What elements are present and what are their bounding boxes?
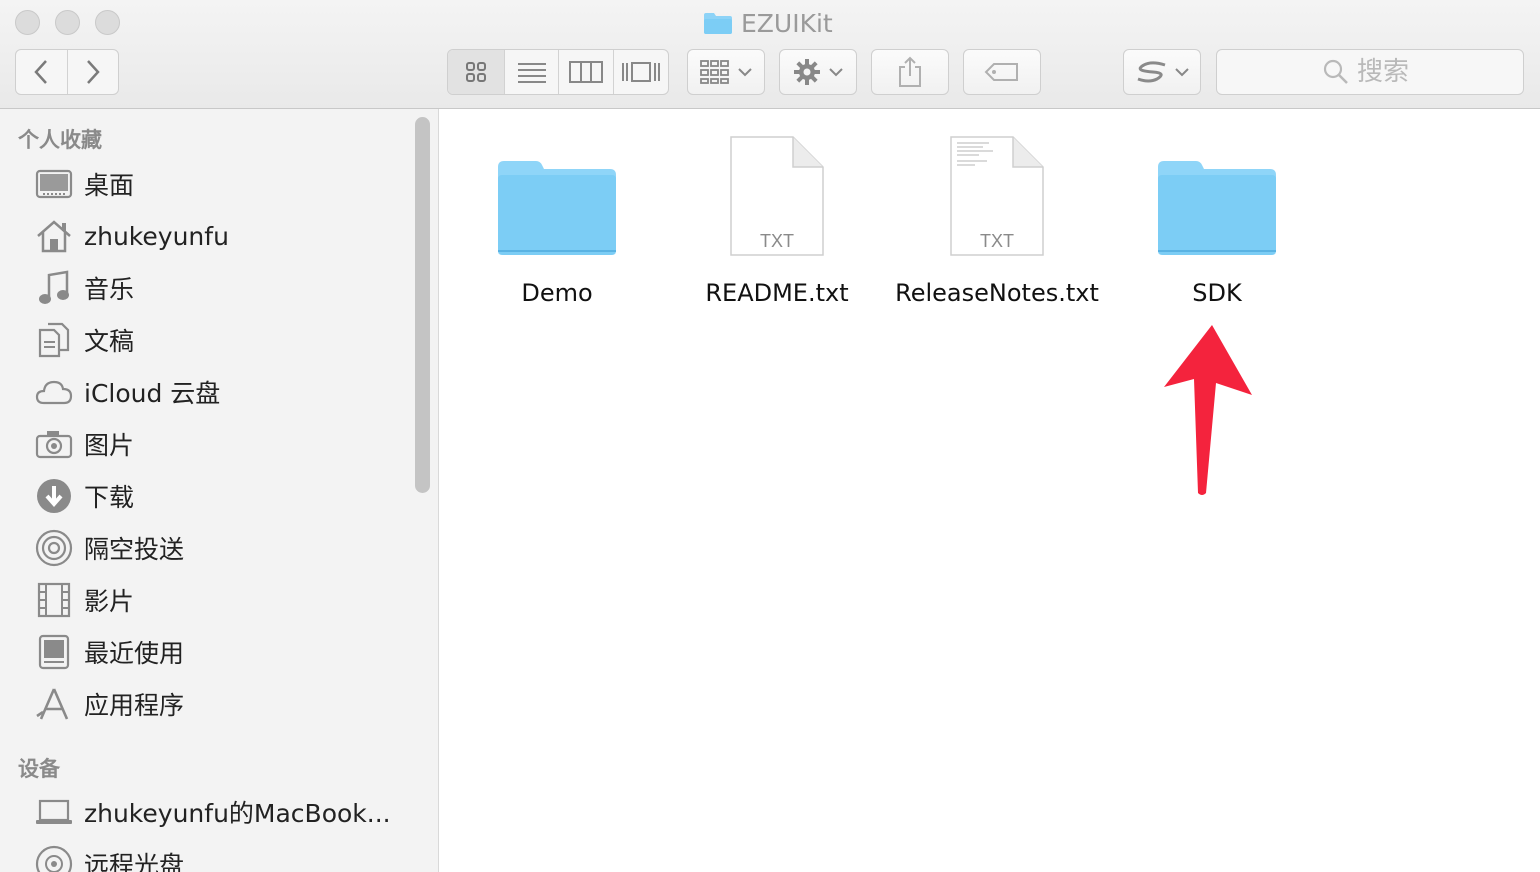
sidebar-item-label: 远程光盘 (84, 851, 185, 872)
favorites-header: 个人收藏 (18, 128, 102, 152)
navigation-buttons (15, 49, 119, 95)
minimize-window-button[interactable] (55, 10, 80, 35)
sogou-ime-icon (1137, 61, 1166, 83)
sidebar-item-music[interactable]: 音乐 (34, 266, 134, 310)
arrange-grid-icon (700, 60, 729, 84)
home-icon (34, 216, 74, 256)
title-bar: EZUIKit (0, 0, 1540, 109)
list-view-icon (517, 63, 546, 83)
edit-tags-button[interactable] (963, 49, 1041, 95)
chevron-right-icon (86, 60, 100, 84)
sidebar-item-label: 影片 (84, 587, 135, 616)
annotation-arrow-icon (1164, 325, 1252, 495)
file-browser: Demo TXT README.txt TXT ReleaseNotes.txt (440, 109, 1540, 872)
music-icon (34, 268, 74, 308)
search-field[interactable] (1216, 49, 1524, 95)
folder-icon (704, 13, 732, 34)
sidebar-item-movies[interactable]: 影片 (34, 578, 134, 622)
column-view-button[interactable] (559, 50, 614, 94)
sidebar-item-label: 音乐 (84, 275, 135, 304)
icon-view-button[interactable] (448, 50, 506, 94)
cover-flow-icon (621, 62, 660, 82)
column-view-icon (569, 61, 604, 83)
text-document-icon: TXT (927, 127, 1067, 257)
file-name: SDK (1192, 279, 1242, 307)
chevron-down-icon (829, 68, 843, 77)
folder-icon (487, 127, 627, 257)
window-title: EZUIKit (703, 6, 833, 40)
sidebar-item-macbook[interactable]: zhukeyunfu的MacBook... (34, 790, 391, 834)
sidebar-item-icloud[interactable]: iCloud 云盘 (34, 370, 220, 414)
film-icon (34, 580, 74, 620)
sidebar-item-home[interactable]: zhukeyunfu (34, 214, 229, 258)
sidebar-item-airdrop[interactable]: 隔空投送 (34, 526, 184, 570)
zoom-window-button[interactable] (95, 10, 120, 35)
view-mode-control (447, 49, 669, 95)
arrange-button[interactable] (687, 49, 765, 95)
file-item-sdk[interactable]: SDK (1107, 127, 1327, 307)
cloud-icon (34, 372, 74, 412)
sidebar-item-label: 应用程序 (84, 691, 185, 720)
recents-icon (34, 632, 74, 672)
file-item-release-notes[interactable]: TXT ReleaseNotes.txt (887, 127, 1107, 307)
chevron-down-icon (1175, 68, 1189, 77)
gear-icon (794, 59, 820, 85)
sidebar-item-label: 文稿 (84, 327, 135, 356)
file-name: README.txt (705, 279, 849, 307)
camera-icon (34, 424, 74, 464)
airdrop-icon (34, 528, 74, 568)
sidebar-item-label: 桌面 (84, 171, 135, 200)
list-view-button[interactable] (505, 50, 560, 94)
sidebar-item-documents[interactable]: 文稿 (34, 318, 134, 362)
search-input[interactable] (1357, 57, 1417, 87)
search-icon (1323, 59, 1348, 84)
file-type-badge: TXT (760, 231, 794, 251)
applications-icon (34, 684, 74, 724)
file-item-readme[interactable]: TXT README.txt (667, 127, 887, 307)
sidebar-item-label: zhukeyunfu的MacBook... (84, 799, 391, 828)
sidebar: 个人收藏 桌面 zhukeyunfu 音乐 文稿 iCloud 云盘 图片 下载… (0, 109, 439, 872)
devices-header: 设备 (18, 757, 60, 781)
sidebar-item-recents[interactable]: 最近使用 (34, 630, 184, 674)
input-method-button[interactable] (1123, 49, 1201, 95)
sidebar-item-applications[interactable]: 应用程序 (34, 682, 184, 726)
sidebar-item-label: iCloud 云盘 (84, 379, 221, 408)
action-button[interactable] (779, 49, 857, 95)
window-title-text: EZUIKit (741, 8, 833, 38)
disc-icon (34, 844, 74, 872)
sidebar-item-label: 最近使用 (84, 639, 185, 668)
sidebar-item-label: 隔空投送 (84, 535, 185, 564)
file-type-badge: TXT (980, 231, 1014, 251)
download-icon (34, 476, 74, 516)
sidebar-item-desktop[interactable]: 桌面 (34, 162, 134, 206)
folder-icon (1147, 127, 1287, 257)
text-document-icon: TXT (707, 127, 847, 257)
chevron-left-icon (34, 60, 48, 84)
share-button[interactable] (871, 49, 949, 95)
sidebar-item-label: 图片 (84, 431, 135, 460)
sidebar-item-label: 下载 (84, 483, 135, 512)
desktop-icon (34, 164, 74, 204)
sidebar-item-pictures[interactable]: 图片 (34, 422, 134, 466)
sidebar-item-label: zhukeyunfu (84, 221, 229, 251)
cover-flow-view-button[interactable] (614, 50, 668, 94)
chevron-down-icon (738, 68, 752, 77)
file-name: ReleaseNotes.txt (895, 279, 1099, 307)
icon-view-icon (466, 62, 487, 82)
sidebar-item-downloads[interactable]: 下载 (34, 474, 134, 518)
back-button[interactable] (16, 50, 68, 94)
close-window-button[interactable] (15, 10, 40, 35)
laptop-icon (34, 792, 74, 832)
file-item-demo[interactable]: Demo (447, 127, 667, 307)
sidebar-item-remote-disc[interactable]: 远程光盘 (34, 842, 184, 872)
documents-icon (34, 320, 74, 360)
tag-icon (984, 63, 1018, 81)
share-icon (899, 56, 921, 87)
sidebar-scrollbar[interactable] (415, 117, 430, 493)
forward-button[interactable] (68, 50, 119, 94)
file-name: Demo (521, 279, 593, 307)
